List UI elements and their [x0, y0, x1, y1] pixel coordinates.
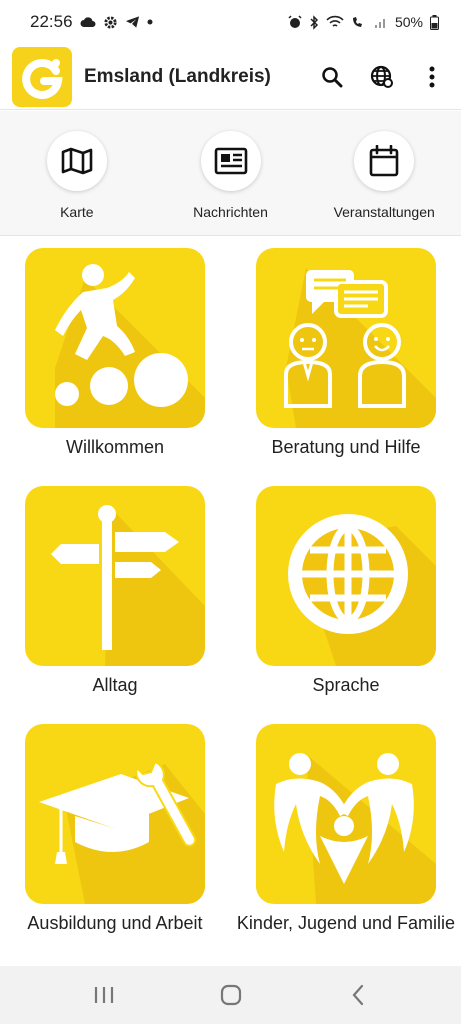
search-button[interactable] [315, 60, 349, 94]
app-bar: Emsland (Landkreis) [0, 44, 461, 110]
telegram-icon [125, 16, 139, 28]
quick-nav-label: Veranstaltungen [333, 204, 435, 220]
home-icon [220, 984, 241, 1006]
tile-label: Sprache [312, 675, 380, 695]
tile-willkommen[interactable]: Willkommen [0, 248, 230, 458]
status-time: 22:56 [30, 12, 73, 31]
back-button[interactable] [338, 975, 378, 1015]
tile-beratung-und-hilfe[interactable]: Beratung und Hilfe [231, 248, 461, 458]
quick-nav-nachrichten-circle[interactable] [200, 131, 261, 191]
wifi-call-icon [352, 17, 362, 27]
globe-icon [370, 65, 393, 88]
battery-percent: 50% [394, 14, 423, 30]
newspaper-icon [214, 147, 247, 175]
tile-image[interactable] [256, 248, 436, 428]
home-button[interactable] [211, 975, 251, 1015]
tile-alltag[interactable]: Alltag [0, 486, 230, 696]
tile-label: Willkommen [65, 437, 164, 457]
battery-icon [430, 14, 439, 30]
more-options-button[interactable] [415, 60, 449, 94]
status-bar: 22:56 50% [0, 0, 461, 44]
tile-kinder-jugend-und-familie[interactable]: Kinder, Jugend und Familie [231, 724, 461, 934]
globe-icon [288, 514, 436, 666]
tile-label: Alltag [92, 675, 138, 695]
status-bar-right: 50% [288, 14, 439, 30]
more-vert-icon [429, 66, 435, 87]
tile-image[interactable] [25, 724, 205, 904]
quick-nav-karte[interactable]: Karte [0, 111, 154, 235]
map-icon [61, 147, 93, 175]
app-logo[interactable] [12, 46, 72, 107]
alarm-icon [288, 15, 302, 28]
language-button[interactable] [365, 60, 399, 94]
signal-icon [374, 19, 385, 28]
back-icon [352, 984, 363, 1006]
quick-nav: Karte Nachrichten Veranstaltungen [0, 111, 461, 236]
tile-image[interactable] [256, 724, 436, 904]
tile-ausbildung-und-arbeit[interactable]: Ausbildung und Arbeit [0, 724, 230, 934]
tile-label: Beratung und Hilfe [271, 437, 421, 457]
family-icon [274, 753, 436, 904]
bluetooth-icon [310, 14, 319, 30]
app-logo-icon [22, 58, 63, 99]
conversation-icon [284, 268, 436, 428]
dot-icon [147, 19, 153, 25]
wifi-icon [326, 15, 344, 27]
status-bar-left: 22:56 [30, 12, 153, 32]
tile-image[interactable] [256, 486, 436, 666]
graduation-wrench-icon [39, 760, 205, 904]
app-bar-actions [315, 60, 449, 94]
calendar-icon [369, 145, 399, 177]
cloud-icon [80, 17, 96, 27]
recent-apps-button[interactable] [84, 975, 124, 1015]
person-jumping-icon [55, 264, 205, 428]
recent-apps-icon [94, 987, 113, 1003]
tile-image[interactable] [25, 486, 205, 666]
tile-label: Ausbildung und Arbeit [27, 913, 203, 933]
quick-nav-veranstaltungen[interactable]: Veranstaltungen [307, 111, 461, 235]
signpost-icon [51, 505, 205, 666]
search-icon [322, 66, 343, 87]
gear-icon [103, 15, 117, 29]
tile-label: Kinder, Jugend und Familie [236, 913, 456, 933]
system-nav-bar [0, 966, 461, 1024]
quick-nav-veranstaltungen-circle[interactable] [354, 131, 415, 191]
page-title: Emsland (Landkreis) [84, 65, 271, 87]
quick-nav-label: Karte [60, 204, 94, 220]
quick-nav-label: Nachrichten [193, 204, 268, 220]
quick-nav-karte-circle[interactable] [46, 131, 107, 191]
tile-image[interactable] [25, 248, 205, 428]
quick-nav-nachrichten[interactable]: Nachrichten [154, 111, 308, 235]
tile-sprache[interactable]: Sprache [231, 486, 461, 696]
